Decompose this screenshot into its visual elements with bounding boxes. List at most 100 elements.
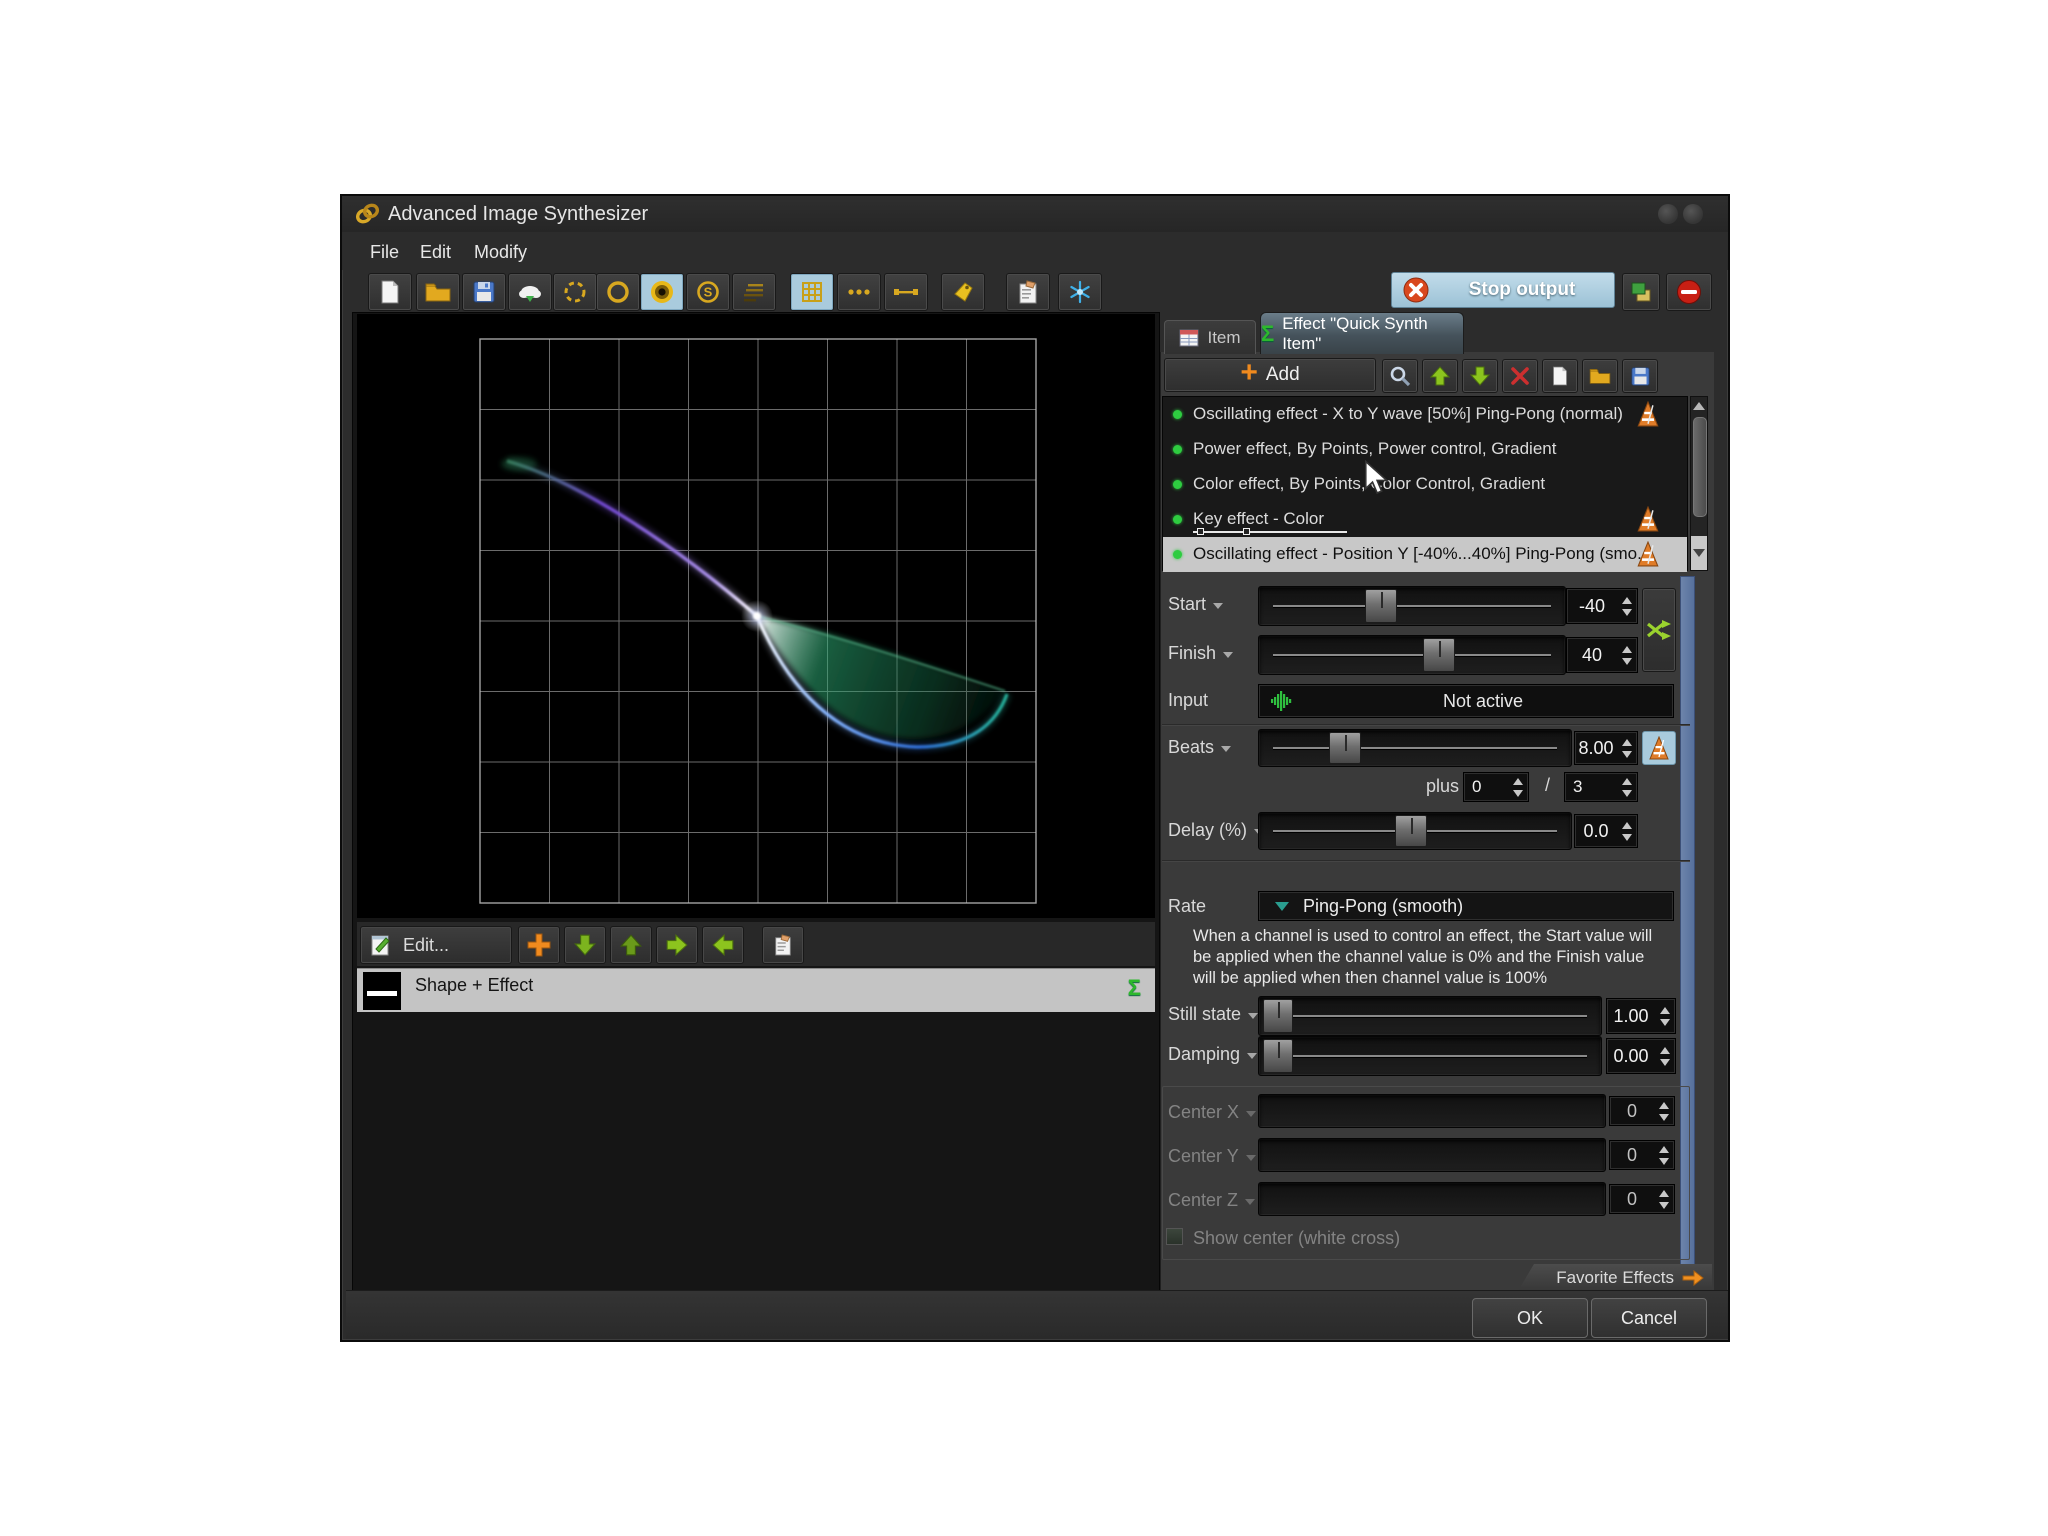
circle-tool-button[interactable] — [596, 273, 640, 311]
divider-value[interactable]: 3 — [1564, 772, 1638, 802]
spin-down-icon[interactable] — [1622, 609, 1632, 616]
delay-value[interactable]: 0.0 — [1574, 814, 1638, 848]
effect-row-4[interactable]: Key effect - Color — [1163, 502, 1687, 537]
effect-open-button[interactable] — [1582, 359, 1618, 393]
effects-list-scrollbar[interactable] — [1690, 396, 1708, 571]
effect-move-down-button[interactable] — [1462, 359, 1498, 393]
beats-label[interactable]: Beats — [1168, 737, 1231, 758]
move-down-button[interactable] — [564, 926, 606, 964]
damping-slider-handle[interactable] — [1263, 1039, 1293, 1073]
dashed-circle-tool-button[interactable] — [553, 273, 597, 311]
spin-up-icon[interactable] — [1513, 778, 1523, 785]
move-up-button[interactable] — [610, 926, 652, 964]
rate-dropdown[interactable]: Ping-Pong (smooth) — [1258, 891, 1674, 921]
favorite-effects-button[interactable]: Favorite Effects — [1518, 1264, 1712, 1291]
key-timeline-handle[interactable] — [1243, 528, 1250, 535]
delay-slider[interactable] — [1258, 812, 1572, 850]
menu-file[interactable]: File — [364, 239, 405, 266]
spin-up-icon[interactable] — [1660, 1047, 1670, 1054]
cloud-save-button[interactable] — [508, 273, 552, 311]
dots-tool-button[interactable] — [837, 273, 881, 311]
spin-up-icon[interactable] — [1622, 739, 1632, 746]
still-state-label[interactable]: Still state — [1168, 1004, 1258, 1025]
finish-slider[interactable] — [1258, 635, 1566, 675]
shape-list-row[interactable]: Shape + Effect Σ — [357, 968, 1155, 1012]
still-state-slider[interactable] — [1258, 996, 1602, 1036]
finish-value[interactable]: 40 — [1566, 637, 1638, 673]
finish-slider-handle[interactable] — [1423, 638, 1455, 672]
new-file-button[interactable] — [368, 273, 412, 311]
window-button-close[interactable] — [1683, 204, 1703, 224]
window-button-minimize[interactable] — [1658, 204, 1678, 224]
delay-spinner[interactable] — [1617, 815, 1637, 847]
spin-down-icon[interactable] — [1622, 751, 1632, 758]
effect-row-5-selected[interactable]: Oscillating effect - Position Y [-40%...… — [1163, 537, 1687, 572]
block-output-button[interactable] — [1666, 273, 1712, 311]
menu-modify[interactable]: Modify — [468, 239, 533, 266]
beats-slider-handle[interactable] — [1329, 732, 1361, 764]
still-state-value[interactable]: 1.00 — [1606, 998, 1676, 1034]
effect-delete-button[interactable] — [1502, 359, 1538, 393]
damping-spinner[interactable] — [1655, 1039, 1675, 1073]
finish-spinner[interactable] — [1617, 638, 1637, 672]
spin-down-icon[interactable] — [1622, 790, 1632, 797]
tab-item[interactable]: Item — [1164, 320, 1256, 354]
key-timeline-track[interactable] — [1193, 531, 1347, 533]
beats-value[interactable]: 8.00 — [1574, 731, 1638, 765]
cancel-button[interactable]: Cancel — [1591, 1298, 1707, 1338]
key-timeline-handle[interactable] — [1197, 528, 1204, 535]
still-state-slider-handle[interactable] — [1263, 999, 1293, 1033]
effect-row-2[interactable]: Power effect, By Points, Power control, … — [1163, 432, 1687, 467]
effect-row-1[interactable]: Oscillating effect - X to Y wave [50%] P… — [1163, 397, 1687, 432]
move-left-button[interactable] — [702, 926, 744, 964]
spin-down-icon[interactable] — [1660, 1059, 1670, 1066]
open-button[interactable] — [416, 273, 460, 311]
spin-down-icon[interactable] — [1622, 658, 1632, 665]
add-shape-button[interactable] — [518, 926, 560, 964]
delay-slider-handle[interactable] — [1395, 815, 1427, 847]
plus-value[interactable]: 0 — [1463, 772, 1529, 802]
add-effect-button[interactable]: + Add — [1164, 358, 1376, 392]
start-label[interactable]: Start — [1168, 594, 1223, 615]
input-channel-box[interactable]: Not active — [1258, 684, 1674, 718]
layers-button[interactable] — [1622, 273, 1660, 311]
ok-button[interactable]: OK — [1472, 1298, 1588, 1338]
plus-spinner[interactable] — [1508, 773, 1528, 801]
effect-row-3[interactable]: Color effect, By Points, Color Control, … — [1163, 467, 1687, 502]
save-button[interactable] — [462, 273, 506, 311]
spin-up-icon[interactable] — [1622, 778, 1632, 785]
freeze-button[interactable] — [1058, 273, 1102, 311]
shape-properties-button[interactable] — [762, 926, 804, 964]
start-slider[interactable] — [1258, 586, 1566, 626]
effect-save-button[interactable] — [1622, 359, 1658, 393]
spin-down-icon[interactable] — [1513, 790, 1523, 797]
s-circle-tool-button[interactable]: S — [686, 273, 730, 311]
damping-value[interactable]: 0.00 — [1606, 1038, 1676, 1074]
search-effect-button[interactable] — [1382, 359, 1418, 393]
start-slider-handle[interactable] — [1365, 589, 1397, 623]
swap-start-finish-button[interactable] — [1642, 588, 1676, 672]
menu-edit[interactable]: Edit — [414, 239, 457, 266]
grid-view-button[interactable] — [790, 273, 834, 311]
stop-output-button[interactable]: Stop output — [1391, 272, 1615, 308]
scroll-up-arrow-icon[interactable] — [1693, 402, 1705, 410]
move-right-button[interactable] — [656, 926, 698, 964]
list-lines-tool-button[interactable] — [732, 273, 776, 311]
spacing-tool-button[interactable] — [884, 273, 928, 311]
finish-label[interactable]: Finish — [1168, 643, 1233, 664]
still-state-spinner[interactable] — [1655, 999, 1675, 1033]
spin-up-icon[interactable] — [1622, 646, 1632, 653]
delay-label[interactable]: Delay (%) — [1168, 820, 1264, 841]
damping-slider[interactable] — [1258, 1036, 1602, 1076]
beats-slider[interactable] — [1258, 729, 1572, 767]
spin-up-icon[interactable] — [1622, 597, 1632, 604]
glow-circle-tool-button[interactable] — [640, 273, 684, 311]
scroll-down-cell[interactable] — [1691, 536, 1707, 570]
scrollbar-thumb[interactable] — [1693, 417, 1707, 517]
tag-tool-button[interactable] — [941, 273, 985, 311]
start-spinner[interactable] — [1617, 589, 1637, 623]
divider-spinner[interactable] — [1617, 773, 1637, 801]
beats-metronome-button[interactable] — [1642, 731, 1676, 765]
edit-shape-button[interactable]: Edit... — [360, 926, 512, 964]
effect-move-up-button[interactable] — [1422, 359, 1458, 393]
